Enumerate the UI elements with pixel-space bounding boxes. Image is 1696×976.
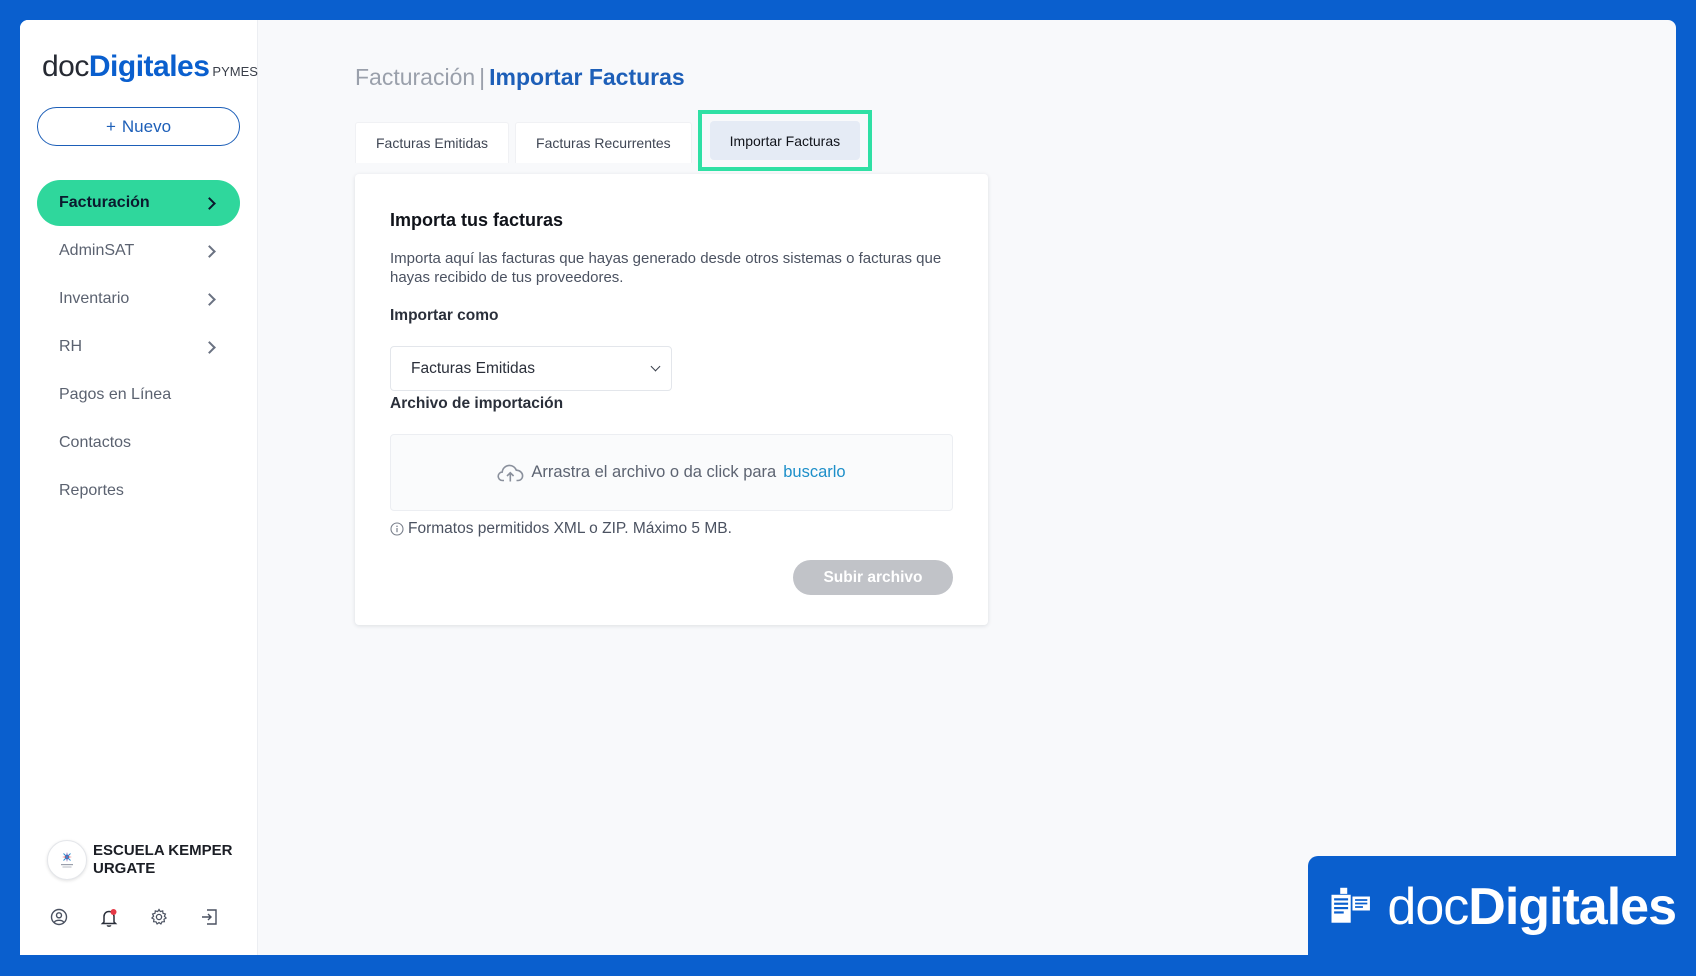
breadcrumb: Facturación | Importar Facturas xyxy=(355,64,685,91)
logo-pymes: PYMES xyxy=(212,64,258,79)
import-as-select[interactable]: Facturas Emitidas xyxy=(390,346,672,391)
sidebar-item-pagos-en-linea[interactable]: Pagos en Línea xyxy=(37,372,240,418)
format-hint: Formatos permitidos XML o ZIP. Máximo 5 … xyxy=(390,520,732,538)
chevron-right-icon xyxy=(203,196,216,210)
logout-icon[interactable] xyxy=(200,908,220,928)
sidebar-item-label: RH xyxy=(59,338,83,355)
user-icon[interactable] xyxy=(50,908,70,928)
new-button[interactable]: + Nuevo xyxy=(37,107,240,146)
active-tab-highlight: Importar Facturas xyxy=(697,110,873,171)
logo-doc: doc xyxy=(42,50,89,83)
import-card: Importa tus facturas Importa aquí las fa… xyxy=(355,174,988,625)
brand-badge: docDigitales xyxy=(1308,856,1677,976)
sidebar-item-label: Reportes xyxy=(59,482,124,499)
tab-label: Facturas Recurrentes xyxy=(536,135,671,151)
user-profile[interactable]: ESCUELA KEMPER URGATE xyxy=(47,840,243,880)
dropzone-text: Arrastra el archivo o da click para xyxy=(531,463,777,481)
tab-label: Facturas Emitidas xyxy=(376,135,489,151)
chevron-right-icon xyxy=(203,292,216,306)
file-dropzone[interactable]: Arrastra el archivo o da click para busca… xyxy=(390,434,953,511)
breadcrumb-separator: | xyxy=(479,64,486,90)
sidebar-item-rh[interactable]: RH xyxy=(37,324,240,370)
upload-button[interactable]: Subir archivo xyxy=(793,560,953,595)
breadcrumb-section[interactable]: Facturación xyxy=(355,64,475,90)
bell-icon[interactable] xyxy=(100,908,120,928)
avatar xyxy=(47,840,87,880)
file-label: Archivo de importación xyxy=(390,395,564,412)
info-icon xyxy=(390,522,404,536)
sidebar-item-contactos[interactable]: Contactos xyxy=(37,420,240,466)
user-name: ESCUELA KEMPER URGATE xyxy=(93,842,233,877)
main-content: Facturación | Importar Facturas Facturas E… xyxy=(258,20,1676,955)
app-logo[interactable]: doc Digitales PYMES xyxy=(42,50,258,84)
browse-link[interactable]: buscarlo xyxy=(783,463,845,482)
brand-digitales: Digitales xyxy=(1468,878,1677,936)
sidebar-item-label: AdminSAT xyxy=(59,242,135,259)
chevron-right-icon xyxy=(203,244,216,258)
page-title: Importar Facturas xyxy=(489,64,685,90)
import-as-value: Facturas Emitidas xyxy=(411,359,536,377)
document-logo-icon xyxy=(1331,887,1370,923)
sidebar-footer-icons xyxy=(50,908,220,928)
cloud-upload-icon xyxy=(497,464,524,481)
sidebar-item-label: Contactos xyxy=(59,434,132,451)
sidebar-item-label: Facturación xyxy=(59,194,150,211)
sidebar-item-reportes[interactable]: Reportes xyxy=(37,468,240,514)
sidebar-nav: Facturación AdminSAT Inventario RH Pagos… xyxy=(37,180,240,516)
sidebar: doc Digitales PYMES + Nuevo Facturación Ad… xyxy=(20,20,258,955)
tab-bar: Facturas Emitidas Facturas Recurrentes I… xyxy=(355,110,873,171)
tab-importar-facturas[interactable]: Importar Facturas xyxy=(709,121,861,160)
new-button-label: Nuevo xyxy=(121,116,172,136)
plus-icon: + xyxy=(105,116,116,136)
brand-wordmark: docDigitales xyxy=(1387,877,1677,937)
card-title: Importa tus facturas xyxy=(390,210,564,230)
school-logo-icon xyxy=(61,852,73,868)
logo-digitales: Digitales xyxy=(88,50,210,83)
sidebar-item-label: Pagos en Línea xyxy=(59,386,172,403)
card-description: Importa aquí las facturas que hayas gene… xyxy=(390,250,942,286)
chevron-down-icon xyxy=(650,361,661,372)
tab-facturas-recurrentes[interactable]: Facturas Recurrentes xyxy=(515,122,692,163)
tab-facturas-emitidas[interactable]: Facturas Emitidas xyxy=(355,122,510,163)
import-as-label: Importar como xyxy=(390,307,499,324)
chevron-right-icon xyxy=(203,340,216,354)
gear-icon[interactable] xyxy=(150,908,170,928)
sidebar-item-label: Inventario xyxy=(59,290,130,307)
app-window: doc Digitales PYMES + Nuevo Facturación Ad… xyxy=(20,20,1676,955)
sidebar-item-inventario[interactable]: Inventario xyxy=(37,276,240,322)
brand-doc: doc xyxy=(1387,878,1469,936)
sidebar-item-adminsat[interactable]: AdminSAT xyxy=(37,228,240,274)
format-hint-text: Formatos permitidos XML o ZIP. Máximo 5 … xyxy=(408,520,732,537)
sidebar-item-facturacion[interactable]: Facturación xyxy=(37,180,240,226)
tab-label: Importar Facturas xyxy=(729,132,841,149)
